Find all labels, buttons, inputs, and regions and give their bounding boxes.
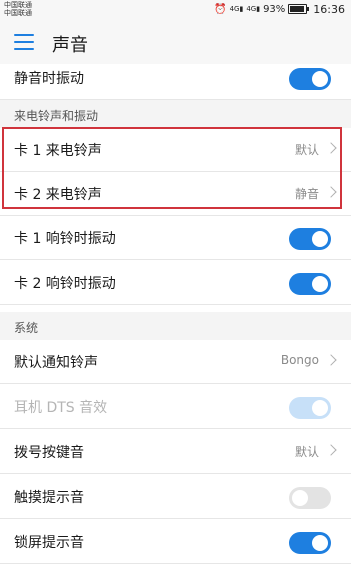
network-1: 4G xyxy=(229,5,240,13)
signal-1-icon: 4G▮ xyxy=(229,5,244,13)
chevron-right-icon xyxy=(325,444,337,456)
network-2: 4G xyxy=(246,5,257,13)
battery-fill xyxy=(290,6,305,12)
status-icons: ⏰ 4G▮ 4G▮ 93% 16:36 xyxy=(214,2,345,16)
section-system-label: 系统 xyxy=(14,321,39,335)
section-system: 系统 xyxy=(0,312,351,340)
section-ringtone-vibration-label: 来电铃声和振动 xyxy=(14,109,99,123)
battery-percent: 93% xyxy=(263,3,286,15)
dial-tone-label: 拨号按键音 xyxy=(14,445,84,461)
dts-effect-row: 耳机 DTS 音效 xyxy=(0,385,351,429)
lock-tone-toggle[interactable] xyxy=(289,532,331,554)
highlight-box xyxy=(2,127,342,209)
silent-vibrate-toggle[interactable] xyxy=(289,68,331,90)
section-ringtone-vibration: 来电铃声和振动 xyxy=(0,100,351,128)
carrier-2: 中国联通 xyxy=(4,9,32,17)
dts-effect-label: 耳机 DTS 音效 xyxy=(14,400,108,416)
chevron-right-icon xyxy=(325,354,337,366)
notification-tone-value: Bongo xyxy=(280,353,319,367)
carrier-info: 中国联通 中国联通 xyxy=(4,1,32,17)
dial-tone-row[interactable]: 拨号按键音 默认 xyxy=(0,430,351,474)
card2-vibrate-row[interactable]: 卡 2 响铃时振动 xyxy=(0,261,351,305)
signal-2-icon: 4G▮ xyxy=(246,5,261,13)
status-time: 16:36 xyxy=(313,2,345,16)
page-title: 声音 xyxy=(52,35,88,56)
carrier-1: 中国联通 xyxy=(4,1,32,9)
dts-effect-toggle xyxy=(289,397,331,419)
silent-vibrate-label: 静音时振动 xyxy=(14,71,84,87)
touch-tone-label: 触摸提示音 xyxy=(14,490,84,506)
card2-vibrate-toggle[interactable] xyxy=(289,273,331,295)
status-bar: 中国联通 中国联通 ⏰ 4G▮ 4G▮ 93% 16:36 xyxy=(0,0,351,20)
menu-icon[interactable] xyxy=(14,34,34,50)
touch-tone-row[interactable]: 触摸提示音 xyxy=(0,475,351,519)
silent-vibrate-row[interactable]: 静音时振动 xyxy=(0,56,351,100)
alarm-icon: ⏰ xyxy=(214,3,227,15)
battery-icon xyxy=(288,4,310,14)
notification-tone-label: 默认通知铃声 xyxy=(14,355,98,371)
card1-vibrate-row[interactable]: 卡 1 响铃时振动 xyxy=(0,216,351,260)
touch-tone-toggle[interactable] xyxy=(289,487,331,509)
card1-vibrate-label: 卡 1 响铃时振动 xyxy=(14,231,116,247)
notification-tone-row[interactable]: 默认通知铃声 Bongo xyxy=(0,340,351,384)
lock-tone-label: 锁屏提示音 xyxy=(14,535,84,551)
dial-tone-value: 默认 xyxy=(294,445,319,459)
card2-vibrate-label: 卡 2 响铃时振动 xyxy=(14,276,116,292)
lock-tone-row[interactable]: 锁屏提示音 xyxy=(0,520,351,564)
card1-vibrate-toggle[interactable] xyxy=(289,228,331,250)
